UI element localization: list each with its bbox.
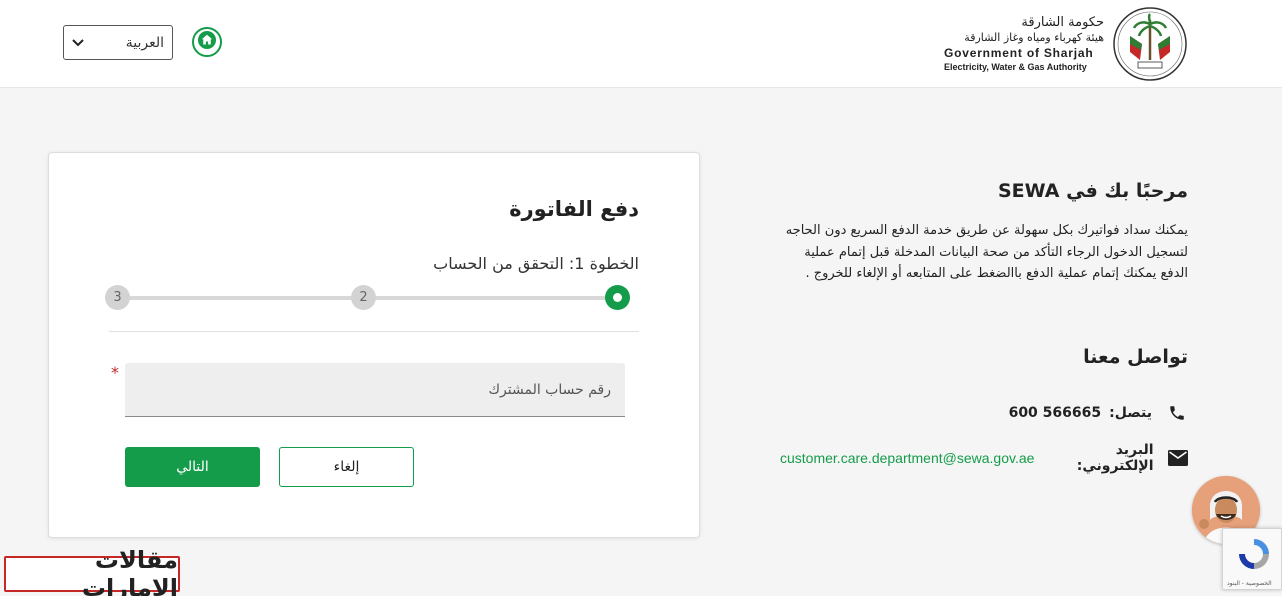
- recaptcha-badge[interactable]: الخصوصية - البنود: [1222, 528, 1282, 590]
- step-label: الخطوة 1: التحقق من الحساب: [433, 254, 639, 273]
- email-label: البريد الإلكتروني:: [1076, 442, 1154, 474]
- card-divider: [109, 331, 639, 332]
- next-button[interactable]: التالي: [125, 447, 260, 487]
- step-3: 3: [105, 285, 130, 310]
- email-row: البريد الإلكتروني: customer.care.departm…: [780, 442, 1188, 474]
- account-number-input[interactable]: [125, 363, 625, 417]
- welcome-title: مرحبًا بك في SEWA: [998, 180, 1188, 202]
- step-2: 2: [351, 285, 376, 310]
- phone-row: يتصل: 600 566665: [1009, 402, 1188, 424]
- logo-ar-line1: حكومة الشارقة: [1021, 15, 1104, 30]
- contact-title: تواصل معنا: [1083, 346, 1188, 368]
- watermark-logo: مقالات الإمارات: [4, 546, 180, 596]
- phone-label: يتصل:: [1109, 405, 1152, 421]
- bill-payment-card: دفع الفاتورة الخطوة 1: التحقق من الحساب …: [48, 152, 700, 538]
- phone-icon: [1166, 402, 1188, 424]
- card-title: دفع الفاتورة: [509, 197, 639, 221]
- mail-icon: [1167, 447, 1188, 469]
- logo-en-line1: Government of Sharjah: [944, 46, 1094, 60]
- home-button[interactable]: [192, 27, 222, 57]
- required-asterisk: *: [111, 363, 119, 382]
- step-1-active: [605, 285, 630, 310]
- recaptcha-links[interactable]: الخصوصية - البنود: [1227, 580, 1272, 587]
- phone-number[interactable]: 600 566665: [1009, 405, 1102, 421]
- logo-en-line2: Electricity, Water & Gas Authority: [944, 62, 1087, 72]
- top-header: العربية حكومة الشارقة هيئة كهرباء ومياه …: [0, 0, 1282, 88]
- language-select[interactable]: العربية: [63, 25, 173, 60]
- email-link[interactable]: customer.care.department@sewa.gov.ae: [780, 450, 1034, 466]
- progress-stepper: 3 2: [105, 285, 633, 311]
- sewa-logo: حكومة الشارقة هيئة كهرباء ومياه وغاز الش…: [944, 6, 1190, 82]
- recaptcha-icon: [1239, 539, 1269, 569]
- sharjah-emblem-icon: [1113, 7, 1187, 81]
- logo-ar-line2: هيئة كهرباء ومياه وغاز الشارقة: [964, 31, 1104, 44]
- cancel-button[interactable]: إلغاء: [279, 447, 414, 487]
- welcome-description: يمكنك سداد فواتيرك بكل سهولة عن طريق خدم…: [785, 223, 1188, 281]
- home-icon: [198, 31, 216, 53]
- language-select-value: العربية: [125, 34, 164, 51]
- logo-text: حكومة الشارقة هيئة كهرباء ومياه وغاز الش…: [944, 15, 1104, 73]
- info-panel: مرحبًا بك في SEWA يمكنك سداد فواتيرك بكل…: [780, 180, 1188, 474]
- chevron-down-icon: [72, 36, 84, 50]
